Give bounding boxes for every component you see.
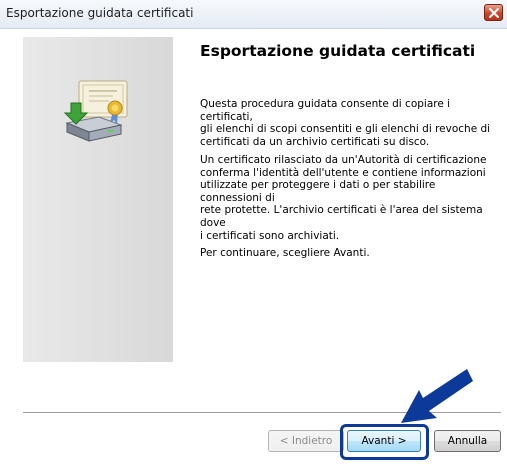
continue-instruction: Per continuare, scegliere Avanti. (200, 247, 370, 259)
certificate-export-icon (63, 80, 128, 142)
certificate-export-wizard-window: Esportazione guidata certificati Esporta… (0, 0, 507, 464)
window-title: Esportazione guidata certificati (6, 6, 194, 20)
wizard-side-panel (23, 37, 173, 362)
back-button[interactable]: < Indietro (268, 430, 344, 452)
certificate-info-paragraph: Un certificato rilasciato da un'Autorità… (200, 154, 487, 242)
cancel-button[interactable]: Annulla (434, 430, 501, 452)
wizard-heading: Esportazione guidata certificati (200, 42, 476, 60)
intro-paragraph: Questa procedura guidata consente di cop… (200, 98, 491, 148)
close-button[interactable] (484, 4, 503, 21)
close-icon (489, 8, 499, 18)
title-bar: Esportazione guidata certificati (0, 0, 507, 29)
arrow-annotation-icon (401, 369, 473, 423)
